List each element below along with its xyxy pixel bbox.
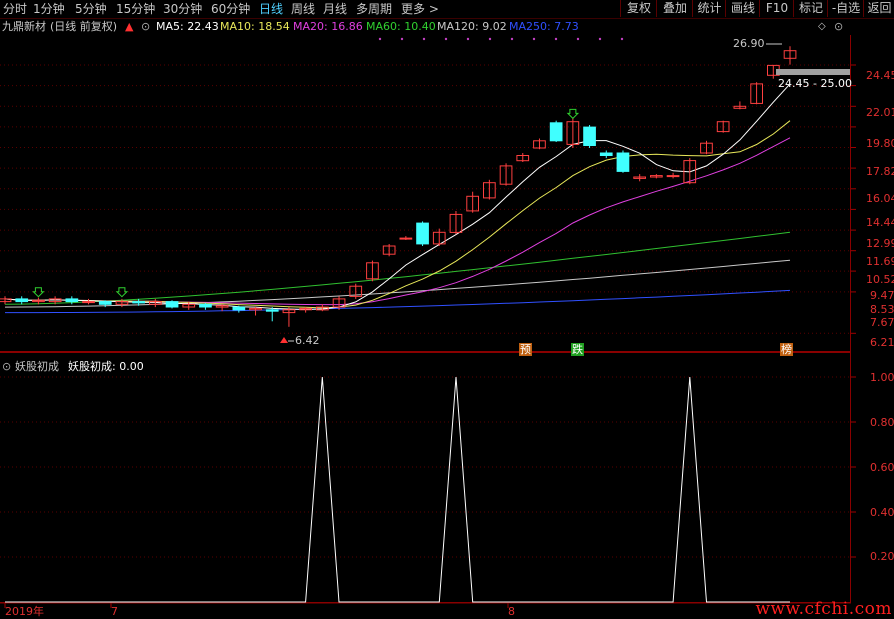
marker-dot	[378, 37, 382, 41]
price-tick: 11.69	[866, 255, 894, 268]
price-tick: 12.99	[866, 237, 894, 250]
candle-body	[98, 301, 112, 305]
price-tick: 6.21	[870, 336, 894, 349]
candle-body	[599, 152, 613, 156]
price-tick: 22.01	[866, 106, 894, 119]
candle-body	[82, 301, 95, 304]
marker-dot	[554, 37, 558, 41]
signal-die: 跌	[571, 343, 584, 356]
marker-dot	[422, 37, 426, 41]
marker-dot	[466, 37, 470, 41]
price-tick: 19.80	[866, 137, 894, 150]
ma60-line	[4, 231, 791, 305]
candle-body	[666, 175, 680, 178]
price-tick: 16.04	[866, 192, 894, 205]
marker-dot	[488, 37, 492, 41]
marker-dot	[598, 37, 602, 41]
watermark: www.cfchi.com	[755, 599, 892, 619]
signal-bang: 榜	[780, 343, 793, 356]
indicator-line	[5, 376, 790, 603]
indicator-tick: 0.40	[870, 506, 894, 519]
price-tick: 7.67	[870, 316, 894, 329]
down-arrow-icon	[115, 287, 129, 298]
price-tick: 9.47	[870, 289, 894, 302]
marker-dot	[532, 37, 536, 41]
candle-body	[132, 301, 146, 304]
candle-body	[549, 122, 563, 142]
marker-dot	[620, 37, 624, 41]
price-tick: 10.52	[866, 273, 894, 286]
candle-body	[232, 306, 246, 311]
indicator-tick: 0.60	[870, 461, 894, 474]
indicator-title: 妖股初成	[15, 360, 59, 373]
down-arrow-icon	[566, 108, 580, 120]
low-price-label: 6.42	[295, 334, 320, 347]
indicator-tick: 0.20	[870, 550, 894, 563]
candle-body	[616, 152, 630, 172]
ma20-line	[4, 137, 791, 306]
candle-body	[15, 298, 29, 303]
candle-body	[416, 222, 429, 245]
indicator-value: 妖股初成: 0.00	[68, 360, 144, 373]
price-tick: 14.44	[866, 216, 894, 229]
ma10-line	[4, 120, 791, 309]
marker-dot	[510, 37, 514, 41]
price-range-label: 24.45 - 25.00	[778, 77, 852, 90]
ma5-line	[4, 83, 791, 311]
candle-body	[265, 309, 279, 312]
date-year-label: 2019年	[5, 605, 44, 618]
down-arrow-icon	[32, 287, 45, 298]
signal-yu: 预	[519, 343, 532, 356]
indicator-tick: 0.80	[870, 416, 894, 429]
candle-body	[583, 126, 596, 146]
candle-body	[399, 237, 413, 240]
candle-body	[65, 298, 79, 303]
marker-dot	[444, 37, 448, 41]
chart-canvas	[0, 37, 856, 608]
candle-body	[199, 303, 212, 308]
date-month-8: 8	[508, 605, 515, 618]
marker-dot	[400, 37, 404, 41]
high-price-label: 26.90	[733, 37, 765, 50]
current-price-bar	[776, 69, 850, 75]
indicator-collapse-icon[interactable]: ⊙	[2, 360, 11, 374]
marker-dot	[576, 37, 580, 41]
low-marker-icon	[280, 337, 288, 343]
candle-body	[165, 301, 179, 308]
date-month-7: 7	[111, 605, 118, 618]
price-tick: 24.45	[866, 69, 894, 82]
price-tick: 17.82	[866, 165, 894, 178]
indicator-tick: 1.00	[870, 371, 894, 384]
price-tick: 8.53	[870, 303, 894, 316]
